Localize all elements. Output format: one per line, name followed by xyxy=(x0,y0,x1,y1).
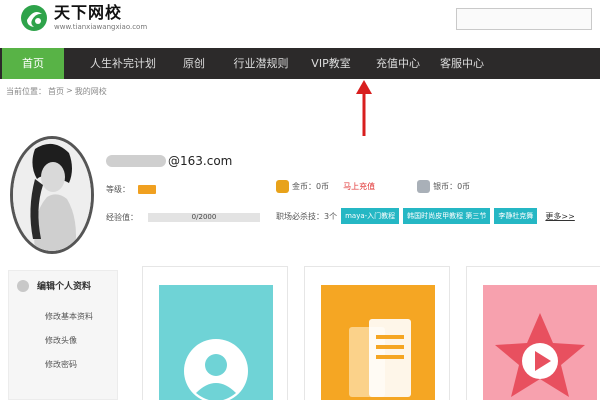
exp-row: 经验值： 0/2000 xyxy=(106,212,260,223)
silver-balance: 银币：0币 xyxy=(433,182,471,191)
profile-sidebar: 编辑个人资料 修改基本资料 修改头像 修改密码 xyxy=(8,270,118,400)
exp-progress-bar: 0/2000 xyxy=(148,213,260,222)
card-videos[interactable] xyxy=(466,266,600,400)
nav-item-home[interactable]: 首页 xyxy=(2,48,64,79)
logo-title: 天下网校 xyxy=(54,3,123,22)
exp-label: 经验值： xyxy=(106,213,138,222)
nav-item-vip[interactable]: VIP教室 xyxy=(306,48,356,79)
recharge-link[interactable]: 马上充值 xyxy=(343,181,375,192)
sidebar-title: 编辑个人资料 xyxy=(37,282,92,292)
silver-coin-icon xyxy=(417,180,431,193)
breadcrumb: 当前位置： 首页 > 我的网校 xyxy=(6,86,107,97)
annotation-arrow xyxy=(356,80,372,136)
card-courses[interactable] xyxy=(304,266,450,400)
user-icon xyxy=(159,285,273,400)
courses-label: 职场必杀技：3个 xyxy=(276,211,338,221)
course-row: 职场必杀技：3个 maya-入门教程 韩国时尚皮甲教程 第三节 李静杜克舞 更多… xyxy=(276,208,575,224)
sidebar-item-basic-info[interactable]: 修改基本资料 xyxy=(45,311,93,322)
exp-value: 0/2000 xyxy=(191,213,217,221)
main-nav: 首页 人生补完计划 原创 行业潜规则 VIP教室 充值中心 客服中心 xyxy=(0,48,600,79)
avatar[interactable] xyxy=(10,136,94,254)
breadcrumb-prefix: 当前位置： xyxy=(6,87,46,96)
nav-item-life-plan[interactable]: 人生补完计划 xyxy=(84,48,162,79)
card-profile[interactable] xyxy=(142,266,288,400)
breadcrumb-separator: > xyxy=(66,86,73,95)
email-redacted xyxy=(106,155,166,167)
sidebar-item-password[interactable]: 修改密码 xyxy=(45,359,77,370)
level-label: 等级： xyxy=(106,185,130,194)
level-row: 等级： xyxy=(106,184,156,195)
logo-url: www.tianxiawangxiao.com xyxy=(54,23,148,31)
more-courses-link[interactable]: 更多>> xyxy=(545,211,574,222)
profile-icon xyxy=(17,279,29,292)
search-input[interactable] xyxy=(456,8,592,30)
sidebar-header: 编辑个人资料 xyxy=(17,279,91,292)
course-tag-dance[interactable]: 李静杜克舞 xyxy=(494,208,538,224)
header: 天下网校 www.tianxiawangxiao.com xyxy=(0,0,600,44)
user-email: @163.com xyxy=(106,154,232,168)
email-suffix: @163.com xyxy=(168,154,233,168)
books-icon xyxy=(321,285,435,400)
breadcrumb-home[interactable]: 首页 xyxy=(48,86,64,97)
wallet-row: 金币：0币 马上充值 银币：0币 xyxy=(276,180,470,193)
site-logo[interactable]: 天下网校 www.tianxiawangxiao.com xyxy=(20,4,147,32)
sidebar-item-avatar[interactable]: 修改头像 xyxy=(45,335,77,346)
star-play-icon xyxy=(483,285,597,400)
level-badge xyxy=(138,185,156,194)
logo-mark-icon xyxy=(20,4,48,32)
gold-coin-icon xyxy=(276,180,289,193)
course-tag-maya[interactable]: maya-入门教程 xyxy=(341,208,400,224)
gold-balance: 金币：0币 xyxy=(292,182,330,191)
nav-item-industry-rules[interactable]: 行业潜规则 xyxy=(228,48,294,79)
breadcrumb-current: 我的网校 xyxy=(74,87,107,96)
course-tag-leather[interactable]: 韩国时尚皮甲教程 第三节 xyxy=(403,208,491,224)
nav-item-service[interactable]: 客服中心 xyxy=(434,48,490,79)
nav-item-recharge[interactable]: 充值中心 xyxy=(370,48,426,79)
nav-item-original[interactable]: 原创 xyxy=(174,48,214,79)
